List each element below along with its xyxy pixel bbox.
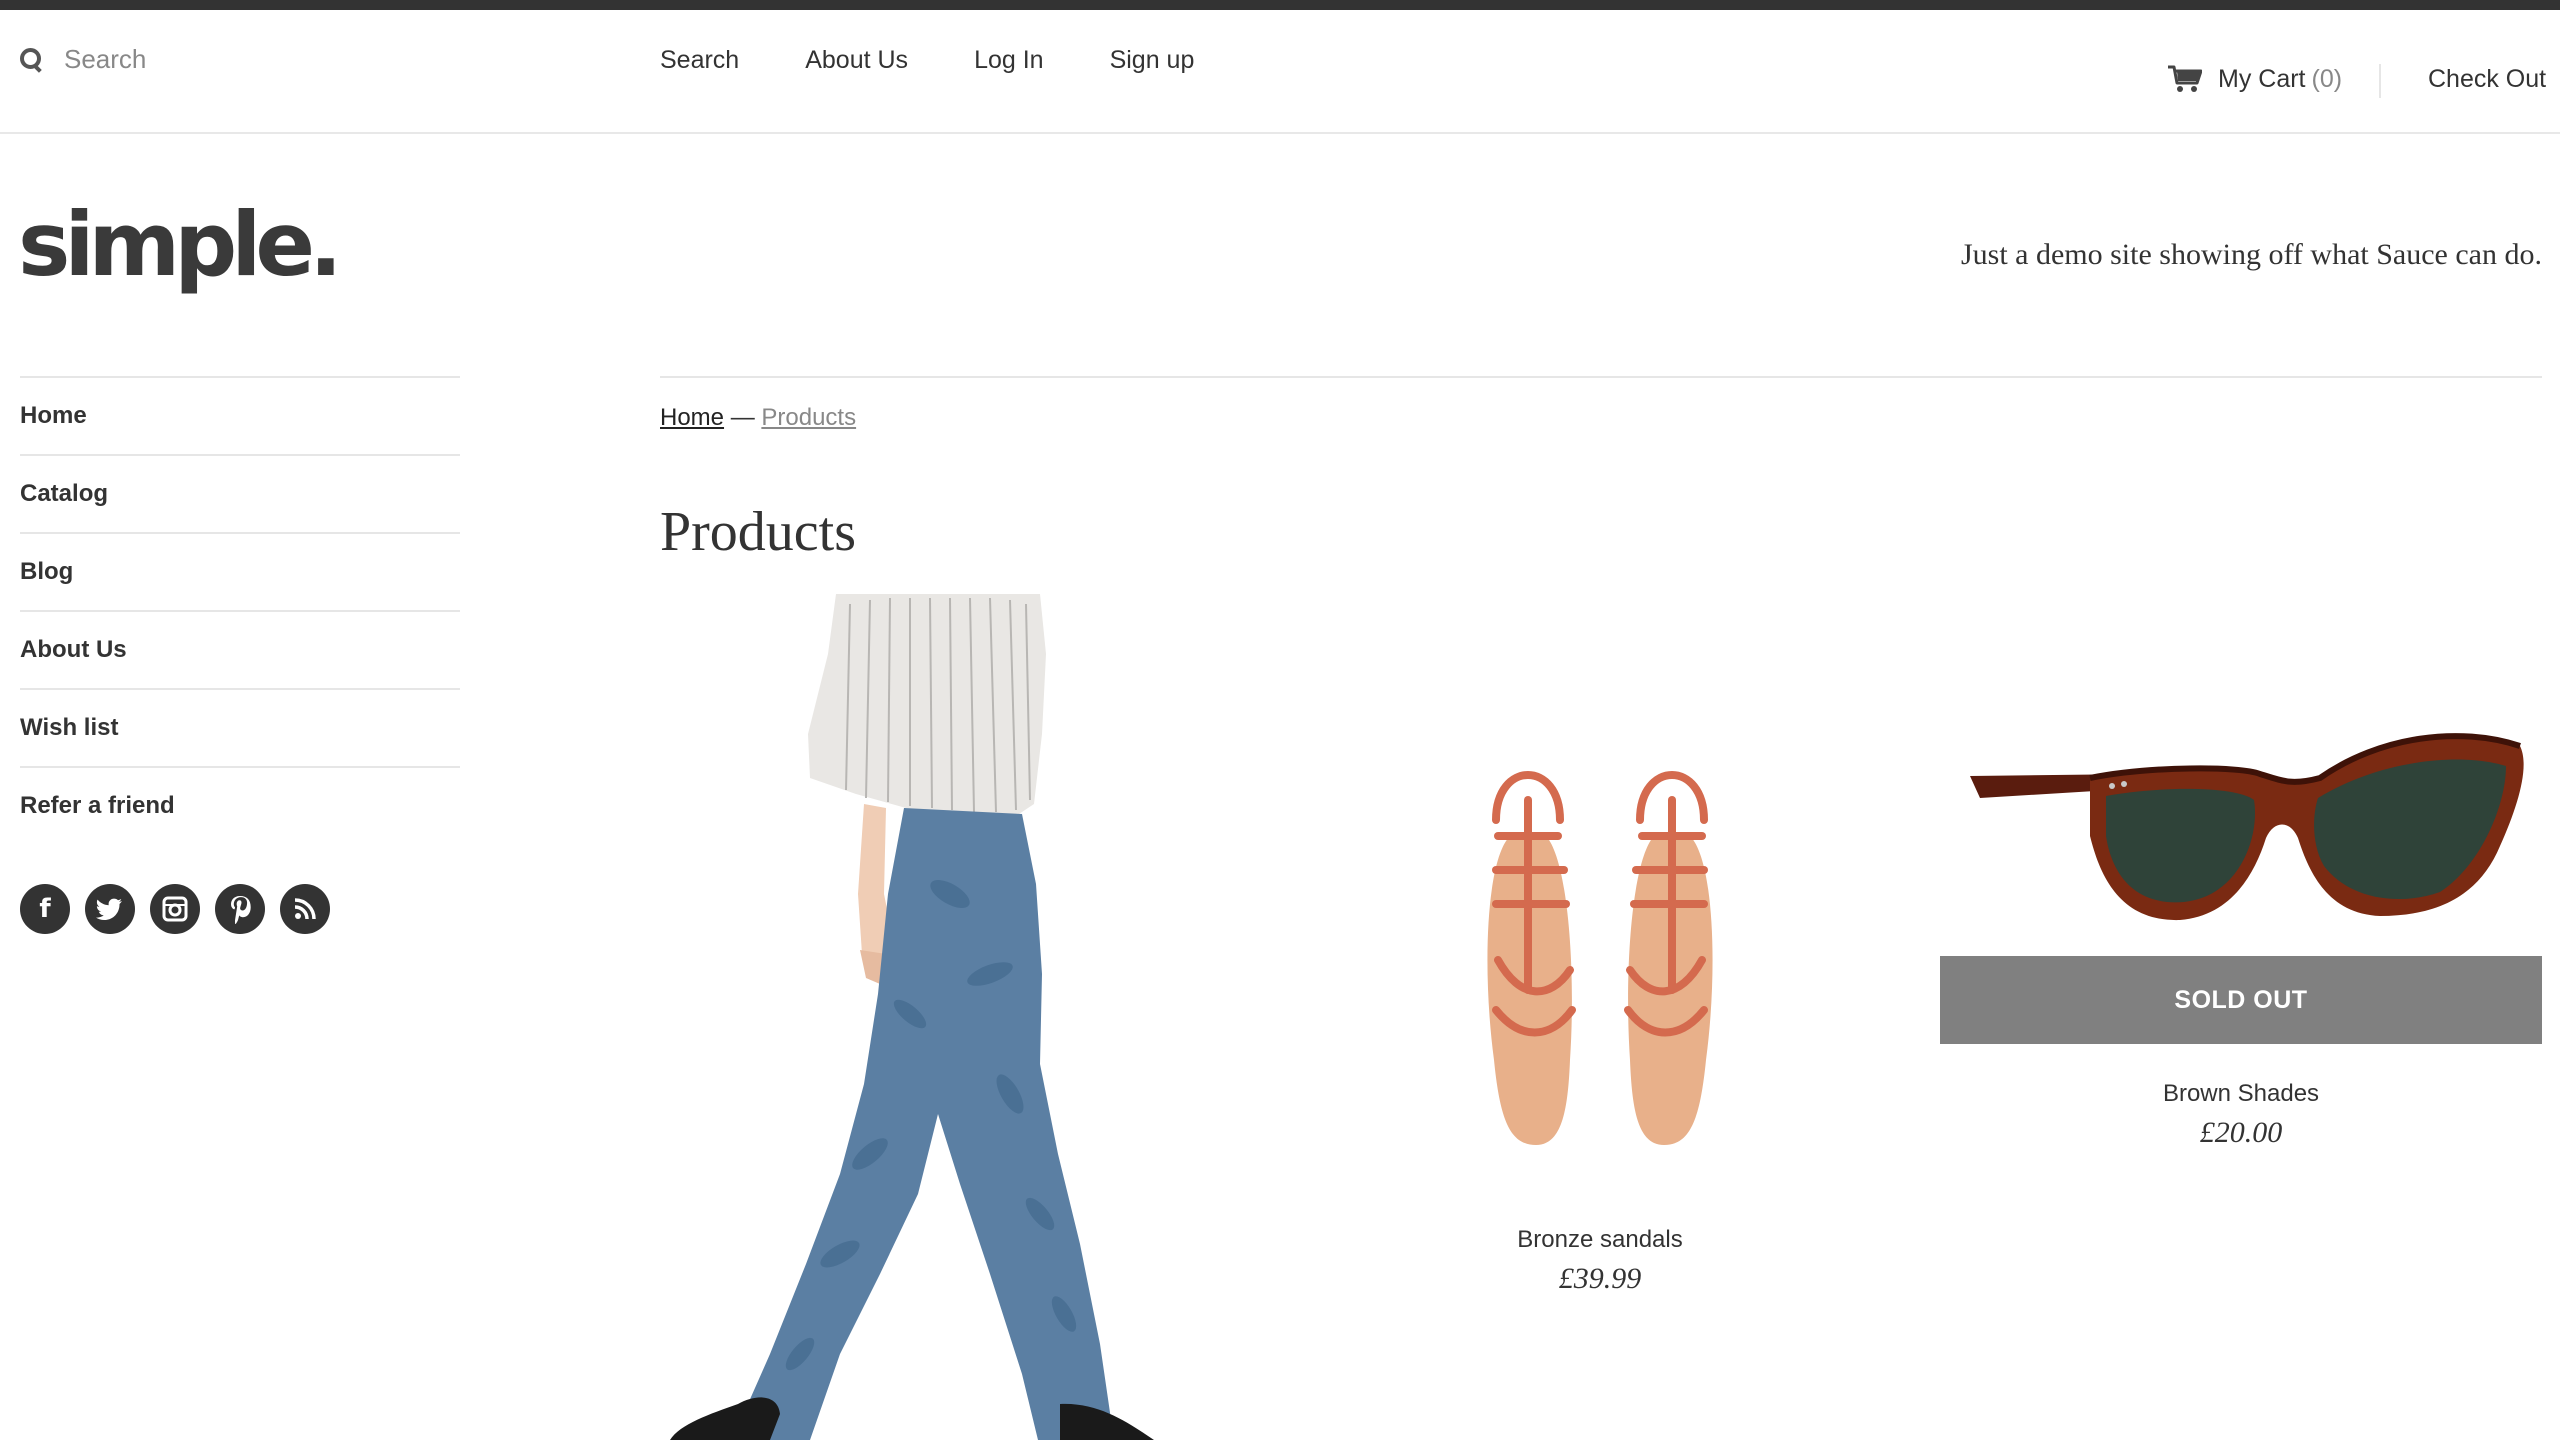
product-card-bronze-sandals[interactable]: Bronze sandals £39.99 xyxy=(1400,740,1800,1300)
product-price: £20.00 xyxy=(2199,1116,2283,1149)
breadcrumb-home-link[interactable]: Home xyxy=(660,404,724,431)
check-out-link[interactable]: Check Out xyxy=(2428,54,2546,104)
sidebar-nav: Home Catalog Blog About Us Wish list Ref… xyxy=(20,376,460,844)
sidebar-item-about-us[interactable]: About Us xyxy=(20,610,460,688)
social-links: f xyxy=(20,884,345,934)
twitter-icon[interactable] xyxy=(85,884,135,934)
cart-icon xyxy=(2168,65,2202,92)
content-divider xyxy=(660,376,2542,378)
sidebar-item-refer-a-friend[interactable]: Refer a friend xyxy=(20,766,460,844)
header-divider xyxy=(2379,64,2381,98)
breadcrumb: Home — Products xyxy=(660,398,856,438)
sidebar-item-wish-list[interactable]: Wish list xyxy=(20,688,460,766)
facebook-icon[interactable]: f xyxy=(20,884,70,934)
product-name[interactable]: Brown Shades xyxy=(1940,1080,2542,1108)
search-icon[interactable] xyxy=(20,48,42,73)
sold-out-badge: SOLD OUT xyxy=(1940,956,2542,1044)
site-tagline: Just a demo site showing off what Sauce … xyxy=(1960,238,2542,271)
search-input[interactable] xyxy=(62,42,466,76)
cart-count: (0) xyxy=(2311,64,2343,93)
product-name[interactable]: Bronze sandals xyxy=(1400,1226,1800,1254)
nav-about-us-link[interactable]: About Us xyxy=(805,32,908,88)
cart-link[interactable]: My Cart (0) xyxy=(2168,54,2342,104)
breadcrumb-separator: — xyxy=(724,404,762,431)
instagram-icon[interactable] xyxy=(150,884,200,934)
top-nav: Search About Us Log In Sign up xyxy=(660,32,1260,88)
rss-icon[interactable] xyxy=(280,884,330,934)
sidebar-item-catalog[interactable]: Catalog xyxy=(20,454,460,532)
nav-search-link[interactable]: Search xyxy=(660,32,739,88)
sunglasses-photo[interactable] xyxy=(1940,716,2542,956)
jeans-photo[interactable] xyxy=(660,594,1220,1440)
product-card-brown-shades[interactable]: SOLD OUT Brown Shades £20.00 xyxy=(1940,716,2542,1176)
nav-sign-up-link[interactable]: Sign up xyxy=(1110,32,1195,88)
sidebar-item-home[interactable]: Home xyxy=(20,376,460,454)
pinterest-icon[interactable] xyxy=(215,884,265,934)
site-header: Search About Us Log In Sign up My Cart (… xyxy=(0,10,2560,134)
breadcrumb-current-link[interactable]: Products xyxy=(761,404,856,431)
search-box xyxy=(20,34,466,84)
nav-log-in-link[interactable]: Log In xyxy=(974,32,1044,88)
product-price: £39.99 xyxy=(1558,1262,1642,1295)
product-card-jeans[interactable] xyxy=(660,594,1220,1440)
cart-label: My Cart xyxy=(2218,64,2306,93)
sandals-photo[interactable] xyxy=(1400,740,1800,1160)
sidebar-item-blog[interactable]: Blog xyxy=(20,532,460,610)
site-logo[interactable]: simple. xyxy=(18,190,343,300)
top-bar xyxy=(0,0,2560,10)
page-title: Products xyxy=(660,501,856,563)
